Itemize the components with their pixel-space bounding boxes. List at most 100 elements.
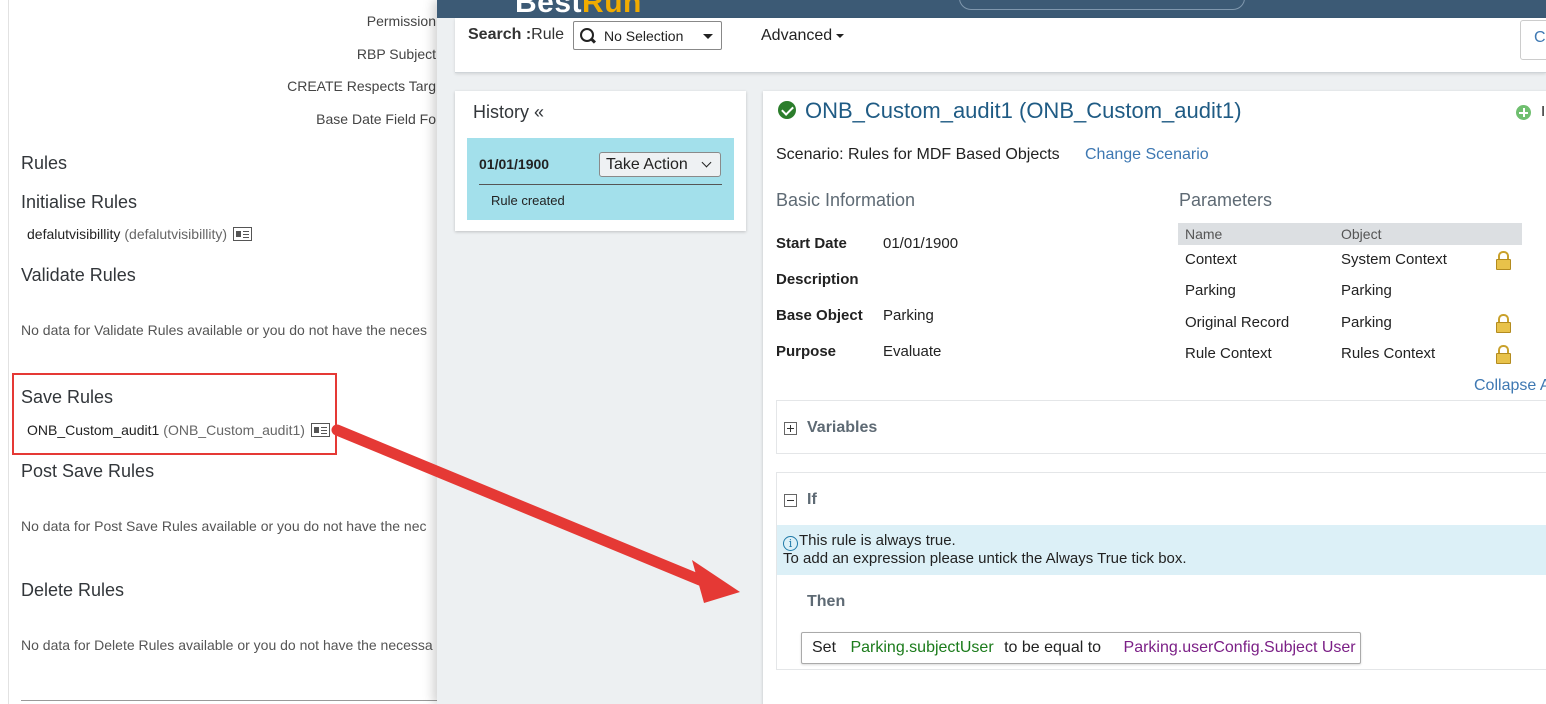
info-text-2: To add an expression please untick the A…	[783, 550, 1187, 567]
param-name: Rule Context	[1185, 345, 1272, 362]
object-definition-panel: Permission RBP Subject CREATE Respects T…	[0, 0, 440, 704]
field-label-permission: Permission	[366, 13, 436, 29]
add-action-label[interactable]: I	[1541, 103, 1545, 120]
toolbar-button-cut-off[interactable]: C	[1520, 20, 1546, 60]
check-circle-icon	[778, 101, 796, 119]
basic-information-heading: Basic Information	[776, 190, 916, 210]
column-header-name: Name	[1185, 226, 1223, 242]
expand-plus-icon[interactable]	[784, 422, 797, 435]
shell-header: BestRun	[437, 0, 1546, 18]
lock-icon	[1496, 345, 1511, 364]
param-object: System Context	[1341, 251, 1447, 268]
toolbar-button-label: C	[1534, 29, 1546, 46]
post-save-rules-empty-text: No data for Post Save Rules available or…	[21, 518, 427, 534]
variables-label[interactable]: Variables	[807, 419, 877, 437]
initialise-rule-id: (defalutvisibillity)	[124, 226, 228, 242]
param-name: Context	[1185, 251, 1237, 268]
delete-rules-heading: Delete Rules	[21, 580, 125, 600]
then-label: Then	[807, 593, 846, 610]
info-icon: i	[783, 536, 798, 551]
post-save-rules-heading: Post Save Rules	[21, 461, 155, 481]
save-rule-entry: ONB_Custom_audit1 (ONB_Custom_audit1)	[27, 422, 330, 438]
take-action-label: Take Action	[606, 156, 688, 173]
parameters-heading: Parameters	[1179, 190, 1273, 210]
param-object: Parking	[1341, 282, 1392, 299]
info-text-1: This rule is always true.	[799, 532, 956, 549]
initialise-rule-entry: defalutvisibillity (defalutvisibillity)	[27, 226, 253, 242]
quickcard-icon[interactable]	[233, 227, 253, 241]
take-action-menu[interactable]: Take Action	[599, 152, 721, 177]
search-label-prefix: Search :	[468, 26, 532, 43]
param-object: Rules Context	[1341, 345, 1436, 362]
start-date-value: 01/01/1900	[883, 235, 959, 252]
param-object: Parking	[1341, 314, 1392, 331]
advanced-search-dropdown[interactable]: Advanced	[761, 27, 845, 45]
param-name: Original Record	[1185, 314, 1290, 331]
add-circle-icon[interactable]	[1516, 105, 1531, 120]
purpose-label: Purpose	[776, 343, 837, 360]
delete-rules-empty-text: No data for Delete Rules available or yo…	[21, 637, 433, 653]
history-entry-date: 01/01/1900	[479, 156, 550, 172]
set-statement[interactable]: Set Parking.subjectUser to be equal to P…	[801, 632, 1361, 664]
save-rule-link[interactable]: ONB_Custom_audit1	[27, 422, 159, 438]
logo-text-run: Run	[582, 0, 642, 18]
table-row: Original Record Parking	[1178, 312, 1522, 336]
table-row: Parking Parking	[1178, 280, 1522, 304]
save-rules-heading: Save Rules	[21, 387, 114, 407]
search-label-type: Rule	[531, 26, 565, 43]
validate-rules-heading: Validate Rules	[21, 265, 136, 285]
set-keyword: Set	[812, 639, 837, 656]
purpose-value: Evaluate	[883, 343, 942, 360]
bestrun-logo[interactable]: BestRun	[515, 0, 642, 18]
quickcard-icon[interactable]	[310, 423, 330, 437]
initialise-rules-heading: Initialise Rules	[21, 192, 138, 212]
description-label: Description	[776, 271, 859, 288]
rule-search-select[interactable]: No Selection	[573, 21, 722, 50]
set-operator: to be equal to	[1004, 639, 1102, 656]
history-toggle[interactable]: History «	[473, 102, 544, 123]
rules-heading: Rules	[21, 153, 68, 173]
lock-icon	[1496, 314, 1511, 333]
base-object-label: Base Object	[776, 307, 863, 324]
advanced-label: Advanced	[761, 27, 833, 44]
history-panel: History « 01/01/1900 Take Action Rule cr…	[455, 91, 746, 231]
parameters-table-header: Name Object	[1178, 223, 1522, 245]
save-rule-id: (ONB_Custom_audit1)	[163, 422, 305, 438]
field-label-rbp-subject: RBP Subject	[356, 46, 436, 62]
history-entry[interactable]: 01/01/1900 Take Action Rule created	[467, 138, 734, 220]
if-label[interactable]: If	[807, 491, 817, 509]
caret-down-icon	[836, 33, 845, 38]
if-section: If i This rule is always true. To add an …	[776, 472, 1546, 670]
rule-detail-card: ONB_Custom_audit1 (ONB_Custom_audit1) I …	[763, 91, 1546, 704]
info-message-line-1: i This rule is always true.	[783, 532, 956, 551]
change-scenario-link[interactable]: Change Scenario	[1085, 146, 1209, 164]
start-date-label: Start Date	[776, 235, 847, 252]
column-header-object: Object	[1341, 226, 1382, 242]
divider	[21, 700, 440, 701]
divider	[479, 184, 722, 185]
rule-search-value: No Selection	[604, 27, 684, 44]
chevron-down-icon	[701, 157, 712, 168]
logo-text-best: Best	[515, 0, 583, 18]
history-entry-note: Rule created	[491, 193, 565, 208]
param-name: Parking	[1185, 282, 1236, 299]
scenario-text: Scenario: Rules for MDF Based Objects	[776, 146, 1060, 163]
rule-search-bar: Search :Rule No Selection Advanced C	[455, 18, 1546, 73]
collapse-minus-icon[interactable]	[784, 494, 797, 507]
search-icon	[580, 27, 596, 44]
field-label-create-respects-target: CREATE Respects Targ	[287, 78, 436, 94]
variables-section: Variables	[776, 400, 1546, 454]
dropdown-caret-icon	[703, 34, 713, 39]
business-rules-overlay: BestRun Search :Rule No Selection Advanc…	[437, 0, 1546, 704]
search-label: Search :Rule	[468, 26, 564, 44]
initialise-rule-link[interactable]: defalutvisibillity	[27, 226, 120, 242]
table-row: Context System Context	[1178, 249, 1522, 273]
table-row: Rule Context Rules Context	[1178, 343, 1522, 367]
panel-edge	[8, 0, 9, 704]
field-label-base-date-field: Base Date Field Fo	[316, 111, 436, 127]
set-left-field[interactable]: Parking.subjectUser	[850, 639, 993, 656]
set-right-field[interactable]: Parking.userConfig.Subject User	[1124, 639, 1356, 656]
lock-icon	[1496, 251, 1511, 270]
global-search-field[interactable]	[959, 0, 1245, 10]
collapse-all-link[interactable]: Collapse A	[1474, 377, 1546, 395]
